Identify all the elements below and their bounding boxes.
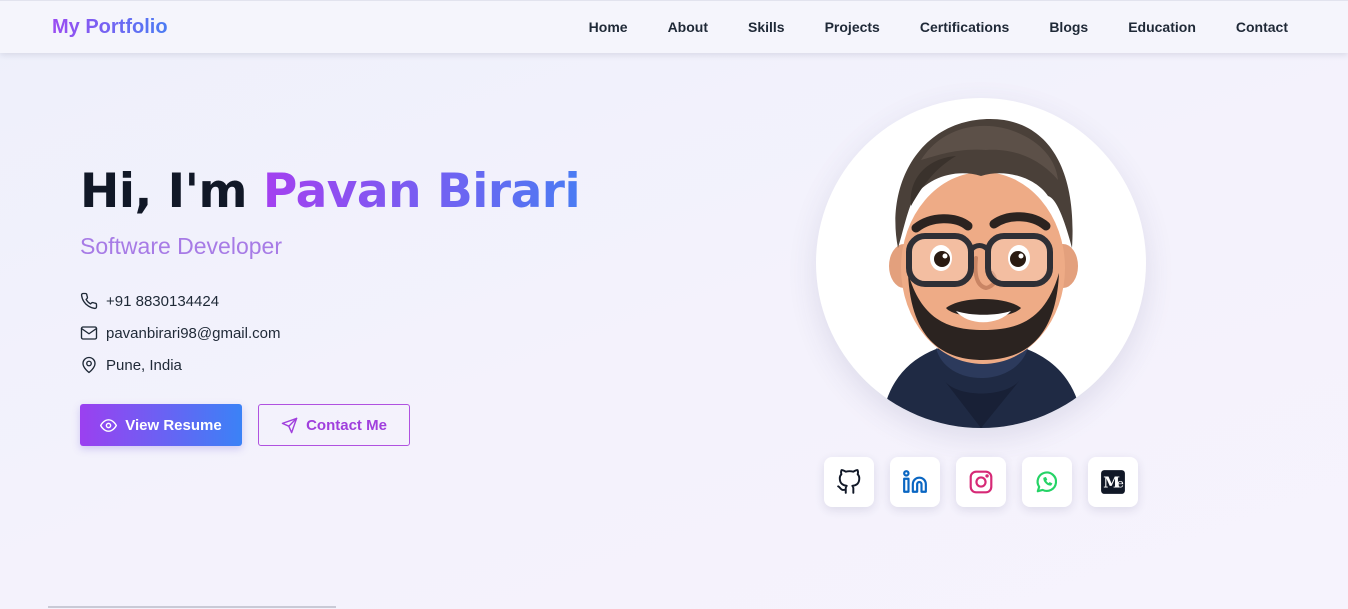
nav-blogs[interactable]: Blogs — [1049, 19, 1088, 35]
nav-skills[interactable]: Skills — [748, 19, 785, 35]
svg-text:e: e — [1117, 476, 1124, 490]
whatsapp-icon — [1036, 471, 1058, 493]
whatsapp-button[interactable] — [1022, 457, 1072, 507]
hero-greeting: Hi, I'm — [80, 164, 263, 219]
nav-links: Home About Skills Projects Certification… — [549, 19, 1288, 35]
location-text: Pune, India — [106, 356, 182, 374]
section-divider — [48, 606, 336, 608]
hero-name: Pavan Birari — [262, 164, 581, 219]
view-resume-label: View Resume — [125, 416, 222, 434]
instagram-icon — [969, 470, 993, 494]
github-icon — [837, 469, 861, 494]
top-navbar: My Portfolio Home About Skills Projects … — [0, 0, 1348, 53]
nav-about[interactable]: About — [668, 19, 708, 35]
eye-icon — [100, 418, 118, 432]
contact-info-list: +91 8830134424 pavanbirari98@gmail.com P… — [80, 285, 280, 381]
brand-logo[interactable]: My Portfolio — [52, 16, 168, 39]
nav-education[interactable]: Education — [1128, 19, 1196, 35]
profile-avatar — [816, 98, 1146, 428]
contact-me-button[interactable]: Contact Me — [258, 404, 410, 446]
nav-projects[interactable]: Projects — [825, 19, 880, 35]
mail-icon — [80, 326, 98, 340]
social-links: Me — [824, 457, 1138, 507]
linkedin-button[interactable] — [890, 457, 940, 507]
nav-home[interactable]: Home — [589, 19, 628, 35]
medium-button[interactable]: Me — [1088, 457, 1138, 507]
contact-me-label: Contact Me — [306, 416, 387, 434]
email-text: pavanbirari98@gmail.com — [106, 324, 281, 342]
hero-role: Software Developer — [80, 233, 282, 259]
map-pin-icon — [82, 356, 96, 374]
nav-contact[interactable]: Contact — [1236, 19, 1288, 35]
contact-location: Pune, India — [80, 349, 280, 381]
avatar-illustration — [881, 119, 1083, 428]
phone-icon — [80, 292, 98, 310]
hero-title: Hi, I'm Pavan Birari — [80, 164, 581, 219]
instagram-button[interactable] — [956, 457, 1006, 507]
phone-text: +91 8830134424 — [106, 292, 220, 310]
contact-email: pavanbirari98@gmail.com — [80, 317, 280, 349]
nav-certifications[interactable]: Certifications — [920, 19, 1009, 35]
view-resume-button[interactable]: View Resume — [80, 404, 242, 446]
send-icon — [281, 417, 298, 433]
github-button[interactable] — [824, 457, 874, 507]
contact-phone: +91 8830134424 — [80, 285, 280, 317]
medium-icon: Me — [1101, 470, 1125, 494]
linkedin-icon — [903, 470, 927, 493]
